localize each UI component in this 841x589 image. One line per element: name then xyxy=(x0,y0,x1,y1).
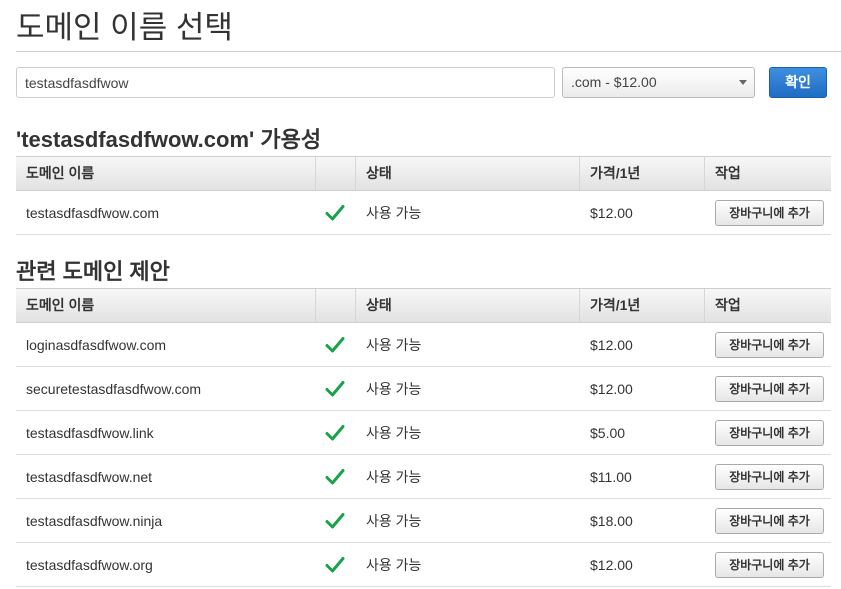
availability-table: 도메인 이름 상태 가격/1년 작업 testasdfasdfwow.com 사… xyxy=(16,156,831,235)
table-row: securetestasdfasdfwow.com 사용 가능 $12.00 장… xyxy=(16,367,831,411)
check-cell xyxy=(316,467,356,487)
col-check-header xyxy=(316,157,356,190)
status-text: 사용 가능 xyxy=(366,204,422,221)
checkmark-icon xyxy=(325,336,345,352)
action-cell: 장바구니에 추가 xyxy=(705,419,831,446)
status-text: 사용 가능 xyxy=(366,512,422,529)
col-domain-header: 도메인 이름 xyxy=(16,289,316,322)
check-cell xyxy=(316,335,356,355)
domain-name: testasdfasdfwow.org xyxy=(26,556,153,573)
checkmark-icon xyxy=(325,556,345,572)
domain-name: loginasdfasdfwow.com xyxy=(26,336,167,353)
add-to-cart-button[interactable]: 장바구니에 추가 xyxy=(715,375,824,402)
col-action-header: 작업 xyxy=(715,297,741,313)
domain-name: testasdfasdfwow.link xyxy=(26,424,154,441)
availability-title: 'testasdfasdfwow.com' 가용성 xyxy=(16,127,322,152)
price-text: $5.00 xyxy=(590,424,626,441)
price-text: $12.00 xyxy=(590,336,633,353)
add-to-cart-button[interactable]: 장바구니에 추가 xyxy=(715,331,824,358)
action-cell: 장바구니에 추가 xyxy=(705,199,831,226)
col-price-header: 가격/1년 xyxy=(580,157,705,190)
col-status-header: 상태 xyxy=(356,289,580,322)
checkmark-icon xyxy=(325,424,345,440)
confirm-button[interactable]: 확인 xyxy=(769,67,827,98)
title-divider xyxy=(16,51,841,52)
check-cell xyxy=(316,379,356,399)
status-text: 사용 가능 xyxy=(366,336,422,353)
table-row: loginasdfasdfwow.com 사용 가능 $12.00 장바구니에 … xyxy=(16,323,831,367)
check-cell xyxy=(316,511,356,531)
price-text: $12.00 xyxy=(590,380,633,397)
domain-name: testasdfasdfwow.com xyxy=(26,204,160,221)
domain-name: securetestasdfasdfwow.com xyxy=(26,380,202,397)
table-header: 도메인 이름 상태 가격/1년 작업 xyxy=(16,156,831,191)
domain-search-input[interactable] xyxy=(16,67,555,98)
checkmark-icon xyxy=(325,380,345,396)
tld-select[interactable]: .com - $12.00 xyxy=(562,67,755,98)
action-cell: 장바구니에 추가 xyxy=(705,331,831,358)
add-to-cart-button[interactable]: 장바구니에 추가 xyxy=(715,199,824,226)
tld-select-value: .com - $12.00 xyxy=(571,74,657,90)
checkmark-icon xyxy=(325,204,345,220)
checkmark-icon xyxy=(325,512,345,528)
check-cell xyxy=(316,555,356,575)
table-row: testasdfasdfwow.com 사용 가능 $12.00 장바구니에 추… xyxy=(16,191,831,235)
checkmark-icon xyxy=(325,468,345,484)
col-price-header: 가격/1년 xyxy=(580,289,705,322)
add-to-cart-button[interactable]: 장바구니에 추가 xyxy=(715,551,824,578)
table-row: testasdfasdfwow.link 사용 가능 $5.00 장바구니에 추… xyxy=(16,411,831,455)
price-text: $12.00 xyxy=(590,556,633,573)
col-check-header xyxy=(316,289,356,322)
price-text: $12.00 xyxy=(590,204,633,221)
check-cell xyxy=(316,203,356,223)
add-to-cart-button[interactable]: 장바구니에 추가 xyxy=(715,507,824,534)
col-action-header: 작업 xyxy=(715,165,741,181)
status-text: 사용 가능 xyxy=(366,424,422,441)
add-to-cart-button[interactable]: 장바구니에 추가 xyxy=(715,463,824,490)
action-cell: 장바구니에 추가 xyxy=(705,507,831,534)
status-text: 사용 가능 xyxy=(366,468,422,485)
col-domain-header: 도메인 이름 xyxy=(16,157,316,190)
domain-name: testasdfasdfwow.net xyxy=(26,468,153,485)
table-row: testasdfasdfwow.ninja 사용 가능 $18.00 장바구니에… xyxy=(16,499,831,543)
action-cell: 장바구니에 추가 xyxy=(705,551,831,578)
add-to-cart-button[interactable]: 장바구니에 추가 xyxy=(715,419,824,446)
suggestions-title: 관련 도메인 제안 xyxy=(16,259,170,284)
table-header: 도메인 이름 상태 가격/1년 작업 xyxy=(16,288,831,323)
page-title: 도메인 이름 선택 xyxy=(16,10,233,45)
price-text: $11.00 xyxy=(590,468,632,485)
table-row: testasdfasdfwow.org 사용 가능 $12.00 장바구니에 추… xyxy=(16,543,831,587)
domain-name: testasdfasdfwow.ninja xyxy=(26,512,163,529)
status-text: 사용 가능 xyxy=(366,556,422,573)
status-text: 사용 가능 xyxy=(366,380,422,397)
price-text: $18.00 xyxy=(590,512,633,529)
table-row: testasdfasdfwow.net 사용 가능 $11.00 장바구니에 추… xyxy=(16,455,831,499)
action-cell: 장바구니에 추가 xyxy=(705,375,831,402)
suggestions-table: 도메인 이름 상태 가격/1년 작업 loginasdfasdfwow.com … xyxy=(16,288,831,587)
col-status-header: 상태 xyxy=(356,157,580,190)
chevron-down-icon xyxy=(739,80,747,85)
action-cell: 장바구니에 추가 xyxy=(705,463,831,490)
check-cell xyxy=(316,423,356,443)
